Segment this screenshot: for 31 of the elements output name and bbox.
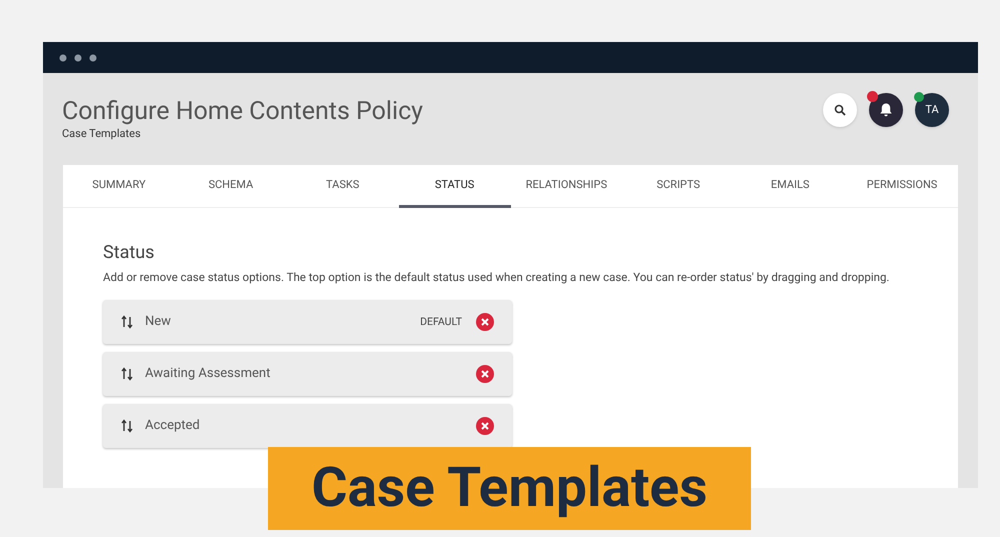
status-row[interactable]: New DEFAULT — [103, 300, 512, 344]
remove-icon[interactable] — [476, 417, 494, 435]
page-title: Configure Home Contents Policy — [62, 97, 423, 127]
search-button[interactable] — [823, 93, 857, 127]
bell-icon — [878, 102, 894, 118]
tab[interactable]: RELATIONSHIPS — [510, 165, 622, 208]
status-name: Awaiting Assessment — [145, 365, 272, 384]
tab[interactable]: STATUS — [398, 165, 510, 208]
status-name: Accepted — [145, 417, 201, 436]
tab[interactable]: EMAILS — [734, 165, 846, 208]
user-avatar[interactable]: TA — [915, 93, 949, 127]
page-subtitle: Case Templates — [62, 127, 142, 141]
section-description: Add or remove case status options. The top option is the default status used when creating a new case. You can re-order status' by dragging and dropping. — [103, 269, 890, 286]
tab[interactable]: SCHEMA — [174, 165, 287, 208]
status-row[interactable]: Awaiting Assessment — [103, 352, 512, 396]
remove-icon[interactable] — [476, 365, 494, 383]
reorder-icon[interactable] — [121, 315, 133, 329]
caption-banner: Case Templates — [268, 447, 751, 530]
status-name: New — [145, 313, 172, 332]
notifications-button[interactable] — [869, 93, 903, 127]
tab[interactable]: PERMISSIONS — [846, 165, 958, 208]
default-label: DEFAULT — [420, 314, 462, 330]
section-heading: Status — [103, 242, 156, 264]
tab[interactable]: SCRIPTS — [622, 165, 734, 208]
tab[interactable]: SUMMARY — [63, 165, 175, 208]
search-icon — [834, 104, 846, 116]
status-row[interactable]: Accepted — [103, 404, 512, 448]
reorder-icon[interactable] — [121, 419, 133, 433]
reorder-icon[interactable] — [121, 367, 133, 381]
remove-icon[interactable] — [476, 313, 494, 331]
tab[interactable]: TASKS — [286, 165, 399, 208]
